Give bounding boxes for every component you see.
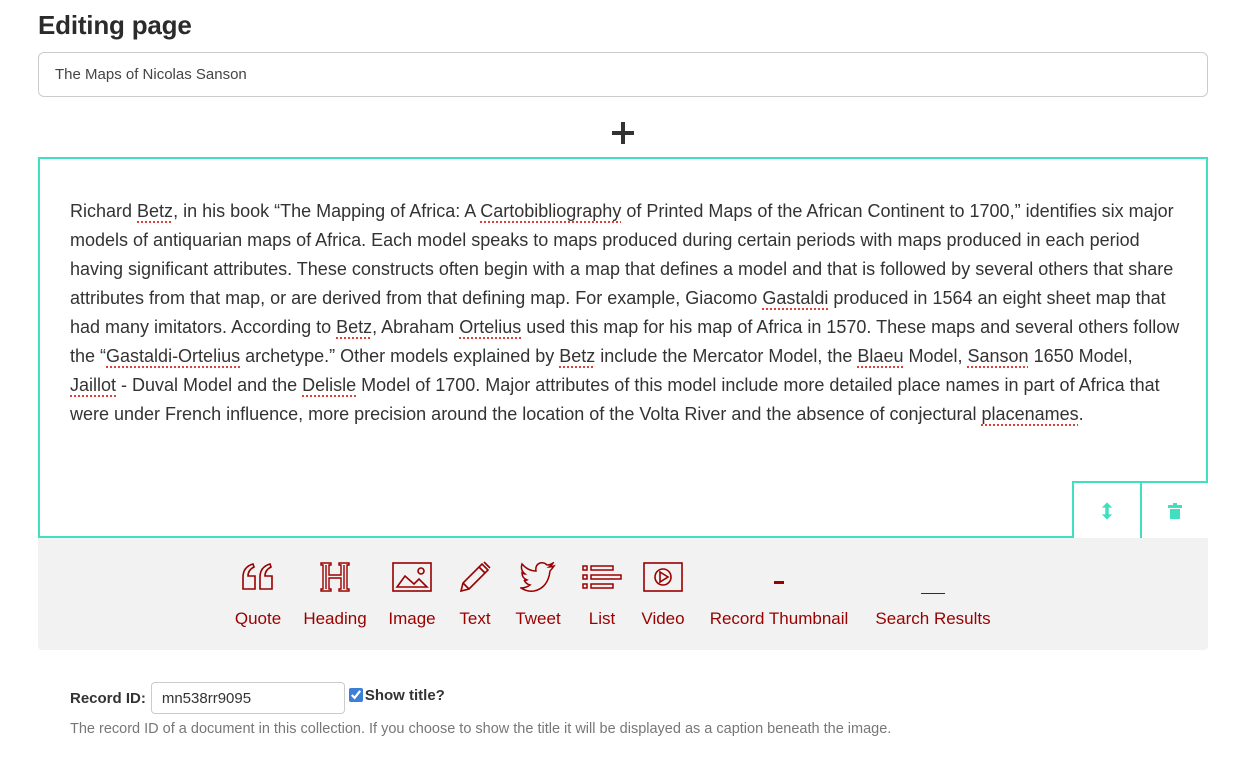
misspelled-word: Delisle	[302, 375, 357, 395]
misspelled-word: Blaeu	[857, 346, 904, 366]
tool-label: Text	[459, 609, 491, 628]
tool-label: Quote	[234, 609, 282, 628]
misspelled-word: Betz	[559, 346, 596, 366]
show-title-label: Show title?	[364, 686, 445, 704]
record-id-label: Record ID:	[70, 689, 146, 707]
add-video-block-button[interactable]: Video	[638, 538, 688, 650]
tool-label: Search Results	[875, 609, 991, 628]
video-play-icon	[643, 560, 683, 594]
tool-label: Heading	[303, 609, 367, 628]
heading-icon	[319, 560, 351, 594]
page-title-input[interactable]	[38, 52, 1208, 97]
add-heading-block-button[interactable]: Heading	[300, 538, 370, 650]
add-record-thumbnail-block-button[interactable]: Record Thumbnail	[704, 538, 854, 650]
page-title: Editing page	[38, 10, 192, 40]
misspelled-word: Gastaldi-Ortelius	[106, 346, 241, 366]
record-id-help-text: The record ID of a document in this coll…	[70, 721, 892, 737]
list-icon	[582, 560, 622, 594]
add-quote-block-button[interactable]: Quote	[233, 538, 283, 650]
show-title-checkbox[interactable]	[348, 688, 363, 702]
quote-icon	[241, 560, 275, 594]
misspelled-word: Betz	[336, 317, 373, 337]
reorder-arrows-icon	[1101, 501, 1113, 520]
misspelled-word: placenames	[981, 404, 1079, 424]
text-block-content[interactable]: Richard Betz, in his book “The Mapping o…	[70, 197, 1180, 429]
misspelled-word: Jaillot	[70, 375, 117, 395]
record-id-input[interactable]	[150, 682, 345, 714]
misspelled-word: Cartobibliography	[480, 201, 622, 221]
misspelled-word: Ortelius	[459, 317, 522, 337]
add-text-block-button[interactable]: Text	[455, 538, 495, 650]
search-results-icon	[921, 560, 945, 594]
trash-icon	[1168, 502, 1182, 519]
record-thumbnail-icon	[773, 560, 785, 594]
tool-label: Image	[388, 609, 436, 628]
show-title-option[interactable]: Show title?	[348, 686, 445, 704]
add-block-button[interactable]	[608, 118, 638, 148]
image-icon	[392, 560, 432, 594]
add-list-block-button[interactable]: List	[582, 538, 622, 650]
tool-label: Record Thumbnail	[709, 609, 849, 628]
misspelled-word: Gastaldi	[762, 288, 829, 308]
text-block: Richard Betz, in his book “The Mapping o…	[38, 157, 1208, 538]
record-id-row: Record ID: Show title?	[70, 682, 445, 714]
move-block-button[interactable]	[1072, 481, 1140, 538]
pencil-icon	[458, 560, 492, 594]
tool-label: Tweet	[515, 609, 561, 628]
add-image-block-button[interactable]: Image	[386, 538, 438, 650]
add-search-results-block-button[interactable]: Search Results	[870, 538, 996, 650]
delete-block-button[interactable]	[1140, 481, 1208, 538]
tool-label: Video	[641, 609, 685, 628]
misspelled-word: Betz	[137, 201, 174, 221]
misspelled-word: Sanson	[967, 346, 1029, 366]
tool-label: List	[588, 609, 616, 628]
add-tweet-block-button[interactable]: Tweet	[512, 538, 564, 650]
block-type-toolbar: Quote Heading Image Text Tweet List Vide…	[38, 538, 1208, 650]
twitter-bird-icon	[520, 560, 556, 594]
plus-icon	[612, 122, 634, 144]
